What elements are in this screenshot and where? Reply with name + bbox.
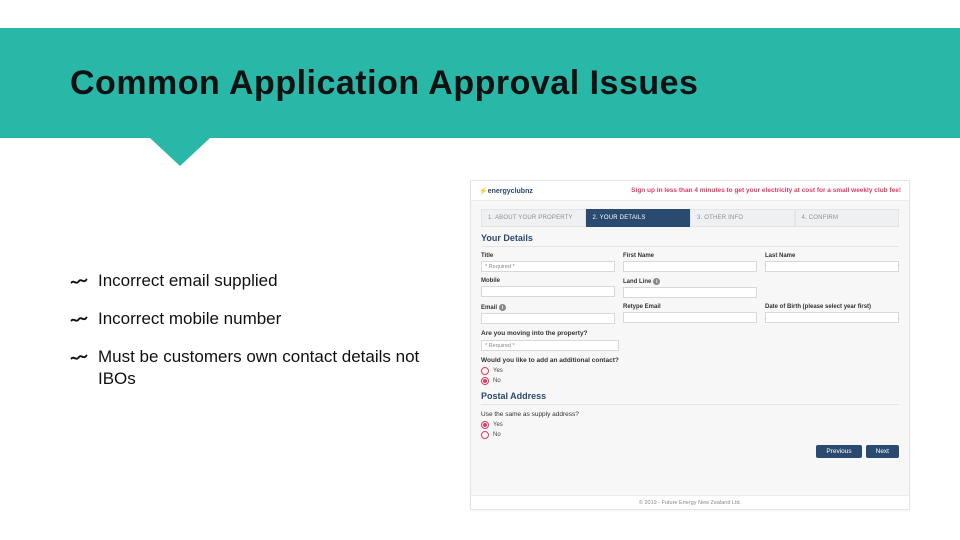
section-title-postal: Postal Address xyxy=(481,391,899,405)
last-name-label: Last Name xyxy=(765,253,899,259)
bolt-icon: ⚡ xyxy=(479,188,488,195)
slide-title: Common Application Approval Issues xyxy=(70,64,698,103)
dob-input[interactable] xyxy=(765,312,899,323)
step-2[interactable]: 2. YOUR DETAILS xyxy=(586,209,691,227)
postal-question: Use the same as supply address? xyxy=(481,411,899,418)
bullet-item: Incorrect mobile number xyxy=(70,308,430,330)
tagline: Sign up in less than 4 minutes to get yo… xyxy=(631,187,901,194)
landline-input[interactable] xyxy=(623,287,757,298)
previous-button[interactable]: Previous xyxy=(816,445,861,458)
bullet-item: Incorrect email supplied xyxy=(70,270,430,292)
email-label: Emaili xyxy=(481,304,615,311)
title-notch xyxy=(150,138,210,166)
dob-label: Date of Birth (please select year first) xyxy=(765,304,899,310)
slide: Common Application Approval Issues Incor… xyxy=(0,0,960,540)
first-name-label: First Name xyxy=(623,253,757,259)
brand-logo: ⚡energyclubnz xyxy=(479,187,533,195)
title-label: Title xyxy=(481,253,615,259)
screenshot-header: ⚡energyclubnz Sign up in less than 4 min… xyxy=(471,181,909,201)
squiggle-icon xyxy=(70,310,88,328)
mobile-input[interactable] xyxy=(481,286,615,297)
first-name-input[interactable] xyxy=(623,261,757,272)
screenshot-footer: © 2019 - Future Energy New Zealand Ltd. xyxy=(471,495,909,509)
last-name-input[interactable] xyxy=(765,261,899,272)
bullet-text: Incorrect email supplied xyxy=(98,270,278,292)
email-input[interactable] xyxy=(481,313,615,324)
radio-icon xyxy=(481,377,489,385)
form-actions: Previous Next xyxy=(481,445,899,458)
step-4[interactable]: 4. CONFIRM xyxy=(795,209,900,227)
section-title-your-details: Your Details xyxy=(481,233,899,247)
radio-postal-yes[interactable]: Yes xyxy=(481,421,899,429)
squiggle-icon xyxy=(70,348,88,366)
info-icon[interactable]: i xyxy=(499,304,506,311)
bullet-list: Incorrect email supplied Incorrect mobil… xyxy=(70,270,430,406)
bullet-text: Must be customers own contact details no… xyxy=(98,346,430,390)
retype-email-input[interactable] xyxy=(623,312,757,323)
step-3[interactable]: 3. OTHER INFO xyxy=(690,209,795,227)
radio-postal-no[interactable]: No xyxy=(481,431,899,439)
brand-name: energyclubnz xyxy=(488,188,533,195)
title-band: Common Application Approval Issues xyxy=(0,28,960,138)
radio-icon xyxy=(481,421,489,429)
next-button[interactable]: Next xyxy=(866,445,899,458)
moving-select[interactable]: * Required * xyxy=(481,340,619,351)
title-input[interactable]: * Required * xyxy=(481,261,615,272)
step-1[interactable]: 1. ABOUT YOUR PROPERTY xyxy=(481,209,586,227)
landline-label: Land Linei xyxy=(623,278,757,285)
add-contact-question: Would you like to add an additional cont… xyxy=(481,357,899,364)
form-screenshot: ⚡energyclubnz Sign up in less than 4 min… xyxy=(470,180,910,510)
radio-yes[interactable]: Yes xyxy=(481,367,899,375)
step-nav: 1. ABOUT YOUR PROPERTY 2. YOUR DETAILS 3… xyxy=(481,209,899,227)
radio-no[interactable]: No xyxy=(481,377,899,385)
radio-icon xyxy=(481,431,489,439)
retype-email-label: Retype Email xyxy=(623,304,757,310)
bullet-item: Must be customers own contact details no… xyxy=(70,346,430,390)
squiggle-icon xyxy=(70,272,88,290)
mobile-label: Mobile xyxy=(481,278,615,284)
info-icon[interactable]: i xyxy=(653,278,660,285)
screenshot-body: 1. ABOUT YOUR PROPERTY 2. YOUR DETAILS 3… xyxy=(471,201,909,462)
moving-question: Are you moving into the property? xyxy=(481,330,899,337)
radio-icon xyxy=(481,367,489,375)
bullet-text: Incorrect mobile number xyxy=(98,308,281,330)
